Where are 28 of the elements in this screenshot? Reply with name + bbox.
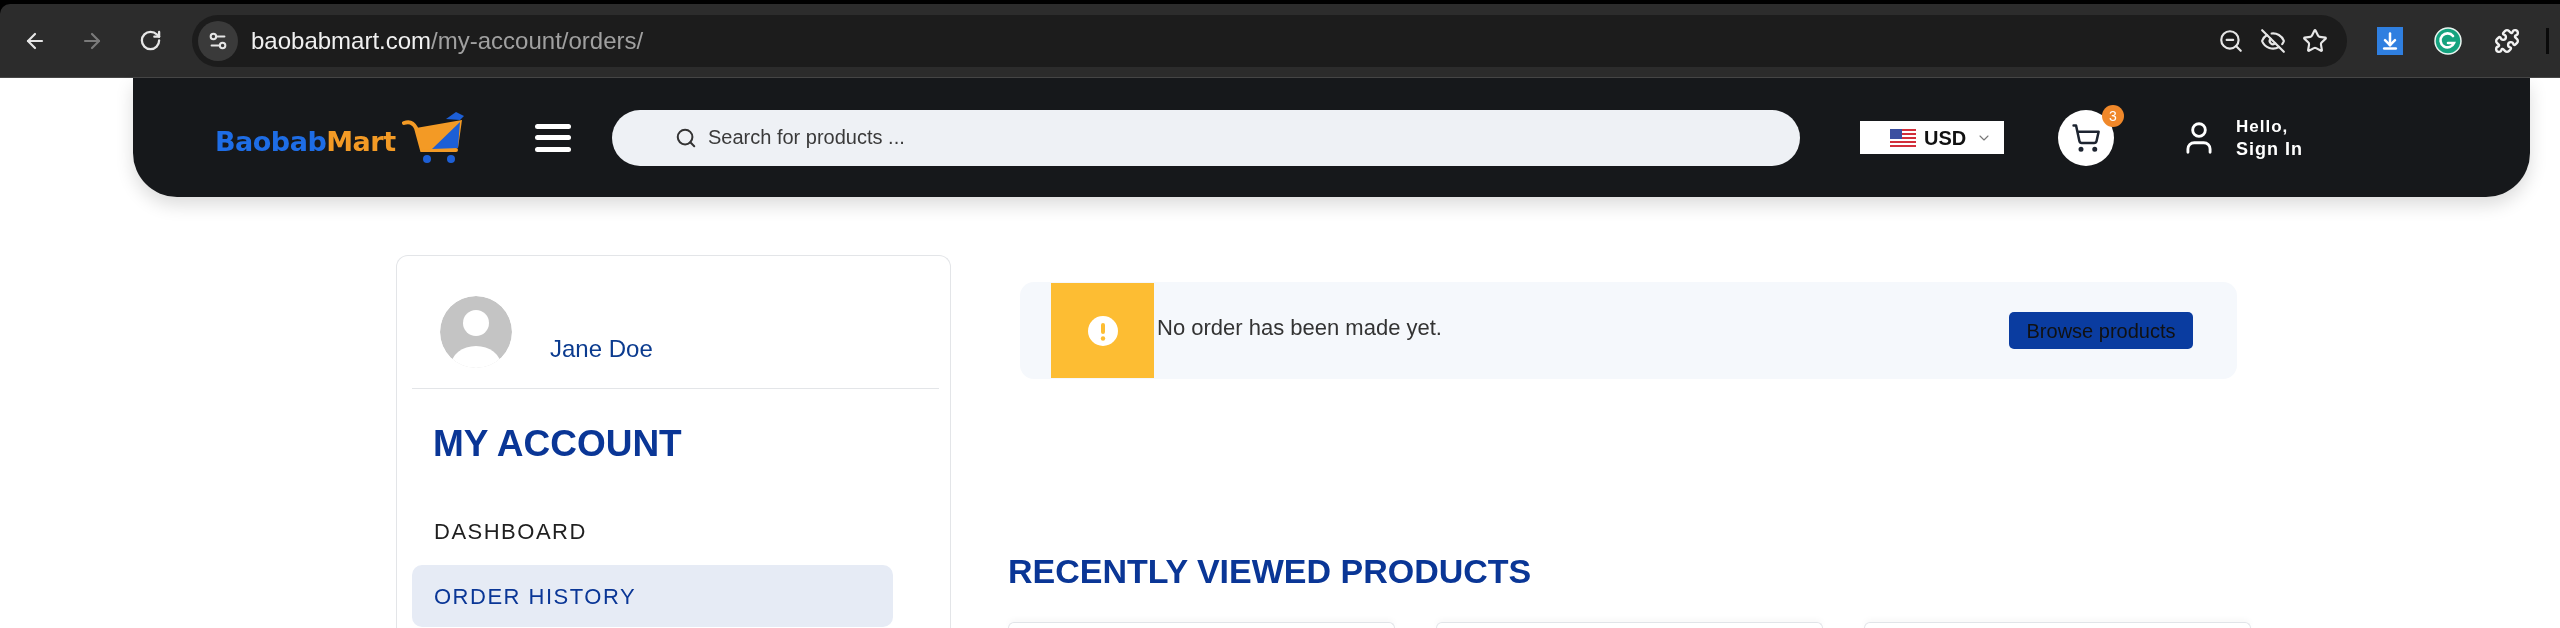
zoom-out-icon[interactable]	[2218, 27, 2244, 54]
menu-button[interactable]	[535, 123, 571, 152]
avatar-icon	[440, 296, 512, 368]
bookmark-star-icon[interactable]	[2302, 27, 2328, 54]
url-text: baobabmart.com/my-account/orders/	[251, 25, 644, 56]
puzzle-icon[interactable]	[2494, 27, 2520, 54]
search-icon	[675, 126, 697, 149]
account-menu-item[interactable]: DASHBOARD	[412, 500, 893, 562]
currency-selector[interactable]: USD	[1860, 121, 2004, 154]
user-name: Jane Doe	[550, 334, 653, 364]
download-icon[interactable]	[2377, 26, 2403, 55]
us-flag-icon	[1890, 128, 1916, 147]
greeting-text: Hello,	[2236, 115, 2290, 138]
search-field[interactable]: Search for products ...	[612, 109, 1800, 166]
account-title: MY ACCOUNT	[433, 422, 682, 466]
menu-icon	[535, 123, 571, 152]
cart-icon	[2071, 122, 2101, 153]
sign-in-link[interactable]: Sign In	[2236, 137, 2303, 160]
g-badge-icon[interactable]	[2434, 26, 2462, 55]
reload-icon	[138, 29, 162, 52]
cart-count-badge: 3	[2102, 104, 2124, 127]
site-settings-icon[interactable]	[198, 20, 238, 61]
account-menu-item[interactable]: ORDER HISTORY	[412, 565, 893, 627]
address-bar[interactable]: baobabmart.com/my-account/orders/	[192, 14, 2347, 67]
section-title: RECENTLY VIEWED PRODUCTS	[1008, 551, 1532, 591]
logo-text[interactable]: BaobabMart	[215, 125, 396, 158]
notice-message: No order has been made yet.	[1157, 314, 1442, 342]
eye-off-icon[interactable]	[2260, 27, 2286, 54]
